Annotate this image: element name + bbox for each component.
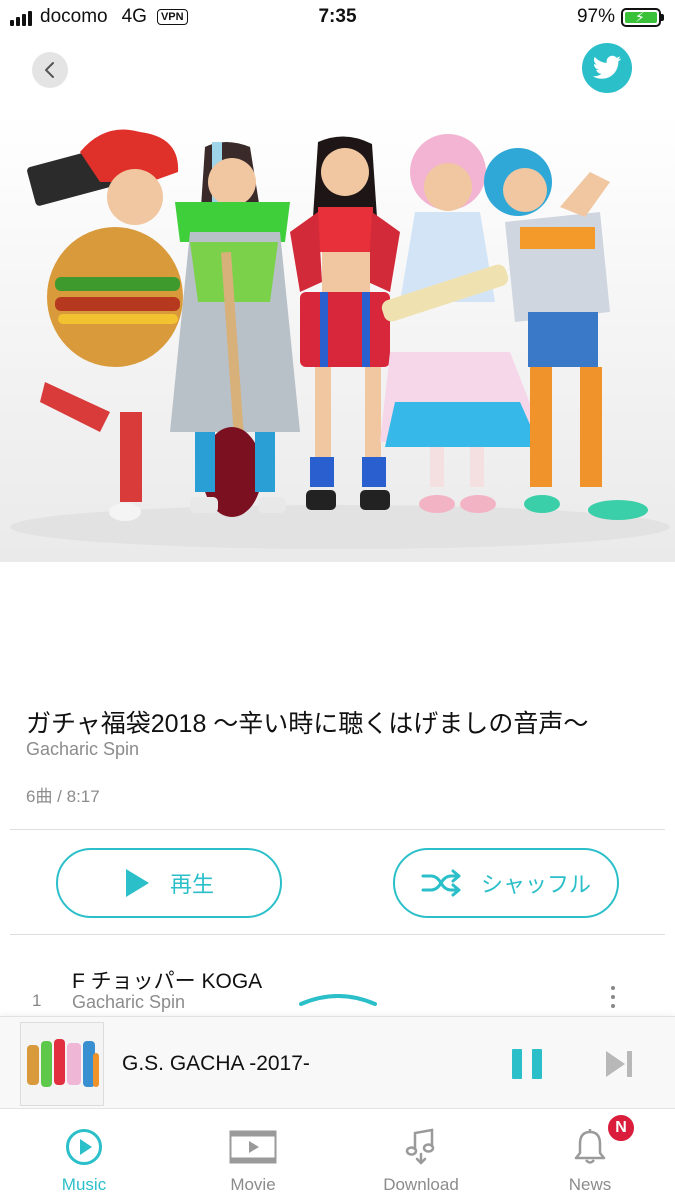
news-notification-badge: N: [606, 1113, 636, 1143]
track-more-button[interactable]: [606, 986, 620, 1008]
tab-news[interactable]: News: [506, 1109, 674, 1200]
music-download-icon: [405, 1128, 435, 1165]
play-button-label: 再生: [169, 872, 214, 897]
tab-label: News: [568, 1175, 612, 1194]
status-bar: docomo 4G VPN 7:35 97% ⚡: [0, 0, 675, 36]
now-playing-title: G.S. GACHA -2017-: [122, 1052, 310, 1075]
album-artist[interactable]: Gacharic Spin: [26, 739, 139, 760]
band-member-3: [290, 136, 400, 510]
battery-icon: ⚡: [621, 7, 664, 27]
tab-label: Download: [383, 1175, 459, 1194]
shuffle-button-label: シャッフル: [480, 872, 591, 897]
expand-player-handle[interactable]: [298, 990, 378, 1015]
band-member-2: [170, 142, 300, 517]
play-button[interactable]: 再生: [56, 848, 282, 918]
track-title: F チョッパー KOGA: [72, 970, 263, 993]
twitter-bird-icon: [592, 55, 622, 79]
next-track-button[interactable]: [604, 1049, 634, 1084]
track-number: 1: [32, 991, 42, 1010]
status-time: 7:35: [318, 6, 357, 27]
tab-bar: Music Movie Download News: [0, 1108, 675, 1200]
battery-percent: 97%: [576, 6, 615, 27]
twitter-share-button[interactable]: [582, 43, 632, 93]
back-button[interactable]: [32, 52, 68, 88]
skip-next-icon: [606, 1051, 632, 1077]
shuffle-icon: [421, 869, 461, 897]
play-circle-icon: [66, 1129, 102, 1165]
chevron-left-icon: [45, 62, 54, 78]
band-member-5: [484, 148, 648, 520]
tab-download[interactable]: Download: [337, 1109, 505, 1200]
mini-player[interactable]: G.S. GACHA -2017-: [0, 1016, 675, 1108]
pause-button[interactable]: [512, 1049, 542, 1079]
shuffle-button[interactable]: シャッフル: [393, 848, 619, 918]
chevron-up-icon: [299, 994, 377, 1006]
film-play-icon: [229, 1130, 277, 1164]
tab-label: Music: [61, 1175, 107, 1194]
tab-music[interactable]: Music: [0, 1109, 168, 1200]
divider: [10, 829, 665, 830]
band-member-1: [27, 129, 183, 521]
album-artwork: [0, 112, 675, 562]
track-artist: Gacharic Spin: [72, 992, 186, 1012]
tab-movie[interactable]: Movie: [169, 1109, 337, 1200]
divider: [10, 934, 665, 935]
more-dots-icon: [611, 986, 615, 990]
album-track-count-duration: 6曲 / 8:17: [26, 787, 100, 806]
pause-icon: [512, 1049, 522, 1079]
tab-label: Movie: [230, 1175, 276, 1194]
bell-icon: [574, 1129, 606, 1164]
play-icon: [125, 869, 149, 897]
album-title: ガチャ福袋2018 〜辛い時に聴くはげましの音声〜: [26, 710, 589, 738]
mini-player-artwork: [20, 1022, 104, 1106]
